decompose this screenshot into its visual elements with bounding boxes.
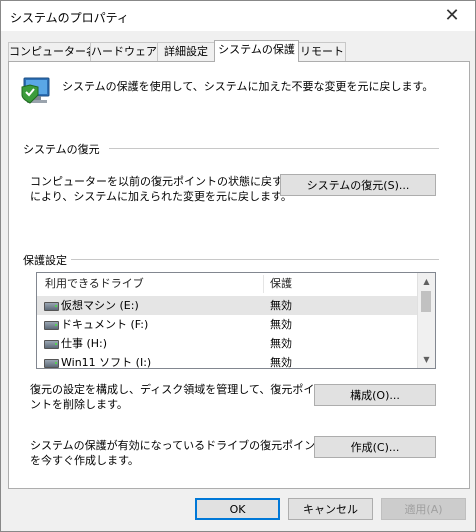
tab-system-protection[interactable]: システムの保護: [214, 40, 299, 62]
column-header-drive[interactable]: 利用できるドライブ: [45, 273, 144, 295]
tab-hardware[interactable]: ハードウェア: [90, 42, 158, 61]
configure-description-line1: 復元の設定を構成し、ディスク領域を管理して、復元ポイ: [30, 383, 315, 396]
column-header-protection[interactable]: 保護: [270, 273, 292, 295]
close-icon[interactable]: ✕: [429, 1, 475, 31]
drive-row[interactable]: ドキュメント (F:) 無効: [37, 315, 417, 334]
title-bar: システムのプロパティ ✕: [1, 1, 475, 31]
drive-name: ドキュメント (F:): [61, 318, 149, 331]
create-description-line1: システムの保護が有効になっているドライブの復元ポイント: [30, 439, 327, 452]
computer-shield-icon: [21, 77, 50, 104]
drive-name: Win11 ソフト (I:): [61, 356, 152, 369]
restore-description-line1: コンピューターを以前の復元ポイントの状態に戻すこと: [30, 175, 305, 188]
drive-protection-status: 無効: [270, 299, 292, 312]
restore-description-line2: により、システムに加えられた変更を元に戻します。: [30, 190, 292, 203]
intro-text: システムの保護を使用して、システムに加えた不要な変更を元に戻します。: [62, 80, 434, 93]
column-separator: [263, 275, 264, 293]
scroll-down-icon[interactable]: ▼: [418, 351, 435, 368]
drive-icon: [44, 321, 59, 330]
system-restore-button[interactable]: システムの復元(S)...: [280, 174, 436, 196]
drive-icon: [44, 302, 59, 311]
tab-remote[interactable]: リモート: [298, 42, 346, 61]
drive-protection-status: 無効: [270, 356, 292, 369]
window-title: システムのプロパティ: [10, 11, 129, 25]
drives-scrollbar[interactable]: ▲ ▼: [417, 273, 435, 368]
system-protection-panel: システムの保護を使用して、システムに加えた不要な変更を元に戻します。 システムの…: [8, 61, 470, 489]
drive-protection-status: 無効: [270, 318, 292, 331]
create-button[interactable]: 作成(C)...: [314, 436, 436, 458]
drive-name: 仕事 (H:): [61, 337, 108, 350]
drive-row[interactable]: 仕事 (H:) 無効: [37, 334, 417, 353]
drive-protection-status: 無効: [270, 337, 292, 350]
drive-row[interactable]: 仮想マシン (E:) 無効: [37, 296, 417, 315]
cancel-button[interactable]: キャンセル: [288, 498, 373, 520]
configure-button[interactable]: 構成(O)...: [314, 384, 436, 406]
drive-icon: [44, 359, 59, 368]
restore-heading: システムの復元: [23, 143, 100, 156]
restore-divider: [109, 148, 439, 149]
tab-advanced[interactable]: 詳細設定: [157, 42, 215, 61]
protection-heading: 保護設定: [23, 254, 67, 267]
protection-divider: [71, 259, 439, 260]
drive-row[interactable]: Win11 ソフト (I:) 無効: [37, 353, 417, 369]
ok-button[interactable]: OK: [195, 498, 280, 520]
drive-icon: [44, 340, 59, 349]
drives-list[interactable]: 利用できるドライブ 保護 仮想マシン (E:) 無効 ドキュメント (F:) 無…: [36, 272, 436, 369]
scroll-up-icon[interactable]: ▲: [418, 273, 435, 290]
system-properties-dialog: システムのプロパティ ✕ コンピューター名 ハードウェア 詳細設定 システムの保…: [0, 0, 476, 532]
create-description-line2: を今すぐ作成します。: [30, 454, 139, 467]
tab-computer-name[interactable]: コンピューター名: [8, 42, 97, 61]
scroll-thumb[interactable]: [421, 291, 431, 312]
configure-description-line2: ントを削除します。: [30, 398, 128, 411]
apply-button[interactable]: 適用(A): [381, 498, 466, 520]
drive-name: 仮想マシン (E:): [61, 299, 139, 312]
